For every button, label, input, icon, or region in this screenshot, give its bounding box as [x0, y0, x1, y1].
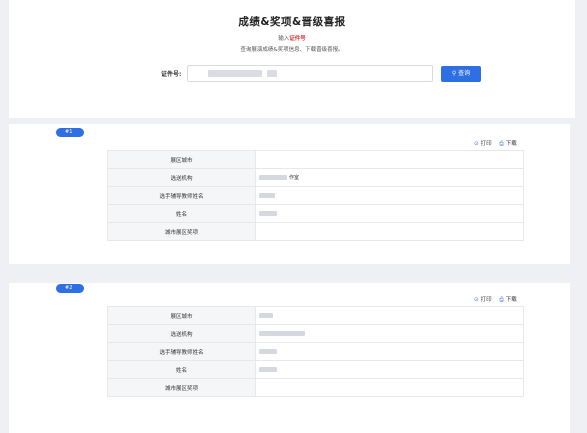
download-label: 下载 [505, 297, 517, 303]
table-row: 城市展区奖项 [107, 222, 524, 241]
page-title: 成绩&奖项&晋级喜报 [238, 16, 346, 28]
result-badge-2: #2 [56, 284, 84, 293]
result-table-1: 展区城市 选送机构 作室 选手辅导教师姓名 姓名 城市展区奖项 [107, 150, 524, 241]
field-value [255, 222, 524, 241]
field-value [255, 150, 524, 169]
table-row: 展区城市 [107, 306, 524, 325]
search-panel: 成绩&奖项&晋级喜报 输入证件号 查询展演成绩&奖项信息、下载晋级喜报。 证件号… [9, 0, 575, 118]
field-label: 选送机构 [107, 324, 256, 343]
download-icon: ⎙ [499, 141, 504, 147]
field-label: 姓名 [107, 204, 256, 223]
table-row: 城市展区奖项 [107, 378, 524, 397]
field-value [255, 342, 524, 361]
search-button[interactable]: ⚲ 查询 [441, 66, 481, 82]
hint-highlight: 证件号 [289, 36, 306, 42]
result-actions-2: ⊙ 打印 ⎙ 下载 [474, 295, 517, 304]
result-badge-1: #1 [56, 128, 84, 137]
masked-value [259, 192, 275, 198]
input-hint: 输入证件号 [9, 34, 575, 42]
table-row: 姓名 [107, 204, 524, 223]
masked-input-value [208, 70, 262, 77]
results-divider [9, 264, 575, 283]
masked-value [259, 210, 277, 216]
field-label: 选手辅导教师姓名 [107, 342, 256, 361]
print-label: 打印 [480, 141, 492, 147]
table-row: 选送机构 作室 [107, 168, 524, 187]
result-table-2: 展区城市 选送机构 选手辅导教师姓名 姓名 城市展区奖项 [107, 306, 524, 397]
field-value [255, 306, 524, 325]
print-label: 打印 [480, 297, 492, 303]
table-row: 姓名 [107, 360, 524, 379]
field-value [255, 324, 524, 343]
masked-value [259, 312, 273, 318]
print-button[interactable]: ⊙ 打印 [474, 297, 492, 303]
hint-prefix: 输入 [278, 36, 290, 42]
print-button[interactable]: ⊙ 打印 [474, 141, 492, 147]
print-icon: ⊙ [474, 141, 479, 147]
search-icon: ⚲ [451, 70, 457, 77]
page: 成绩&奖项&晋级喜报 输入证件号 查询展演成绩&奖项信息、下载晋级喜报。 证件号… [0, 0, 587, 433]
print-icon: ⊙ [474, 297, 479, 303]
id-number-label: 证件号: [161, 71, 182, 78]
id-number-input[interactable] [187, 65, 433, 82]
masked-value [259, 366, 277, 372]
table-row: 选手辅导教师姓名 [107, 342, 524, 361]
field-label: 姓名 [107, 360, 256, 379]
field-value [255, 360, 524, 379]
download-button[interactable]: ⎙ 下载 [499, 297, 516, 303]
table-row: 展区城市 [107, 150, 524, 169]
field-label: 选手辅导教师姓名 [107, 186, 256, 205]
field-label: 展区城市 [107, 306, 256, 325]
download-icon: ⎙ [499, 297, 504, 303]
result-actions-1: ⊙ 打印 ⎙ 下载 [474, 139, 517, 148]
masked-value [259, 348, 277, 354]
search-button-label: 查询 [458, 70, 471, 77]
field-label: 城市展区奖项 [107, 222, 256, 241]
download-label: 下载 [505, 141, 517, 147]
field-value: 作室 [255, 168, 524, 187]
field-value [255, 378, 524, 397]
masked-input-value [267, 70, 277, 77]
field-label: 展区城市 [107, 150, 256, 169]
field-value [255, 186, 524, 205]
table-row: 选手辅导教师姓名 [107, 186, 524, 205]
table-row: 选送机构 [107, 324, 524, 343]
field-value-text: 作室 [289, 175, 300, 181]
page-subtitle: 查询展演成绩&奖项信息、下载晋级喜报。 [240, 47, 344, 53]
masked-value [259, 330, 305, 336]
field-value [255, 204, 524, 223]
download-button[interactable]: ⎙ 下载 [499, 141, 516, 147]
masked-value [259, 175, 287, 180]
field-label: 选送机构 [107, 168, 256, 187]
field-label: 城市展区奖项 [107, 378, 256, 397]
